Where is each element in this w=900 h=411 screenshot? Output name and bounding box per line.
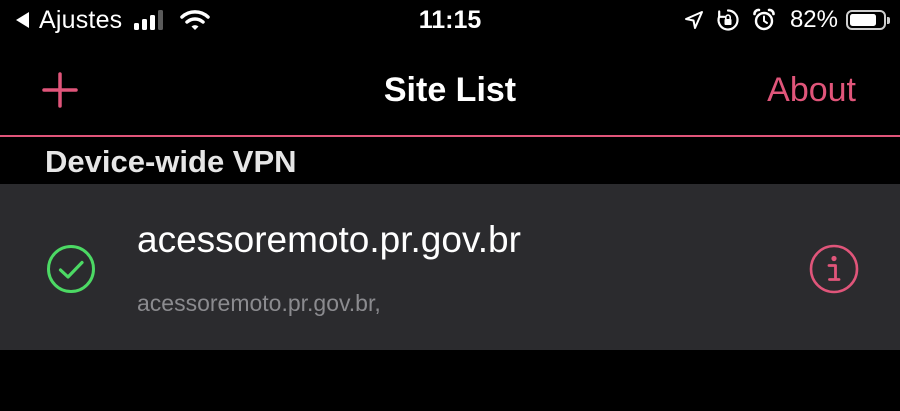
site-list-item[interactable]: acessoremoto.pr.gov.br acessoremoto.pr.g… (0, 184, 900, 350)
site-name: acessoremoto.pr.gov.br (137, 219, 521, 260)
location-arrow-icon (684, 10, 704, 30)
site-info-button[interactable] (808, 243, 860, 295)
status-bar: Ajustes 11:15 82% (0, 0, 900, 40)
about-button[interactable]: About (767, 70, 856, 110)
orientation-lock-icon (716, 8, 740, 32)
status-indicators: 82% (672, 6, 890, 34)
check-circle-icon (47, 245, 95, 293)
navigation-bar: Site List About (0, 40, 900, 135)
info-circle-icon (809, 244, 859, 294)
battery-percent: 82% (789, 6, 838, 33)
section-header: Device-wide VPN (45, 144, 297, 179)
battery-level-fill (850, 14, 877, 26)
battery-cap (887, 17, 890, 24)
alarm-clock-icon (752, 8, 776, 32)
battery-icon (846, 10, 890, 30)
page-title: Site List (383, 71, 517, 109)
nav-divider (0, 135, 900, 137)
site-subtitle: acessoremoto.pr.gov.br, (137, 290, 381, 316)
